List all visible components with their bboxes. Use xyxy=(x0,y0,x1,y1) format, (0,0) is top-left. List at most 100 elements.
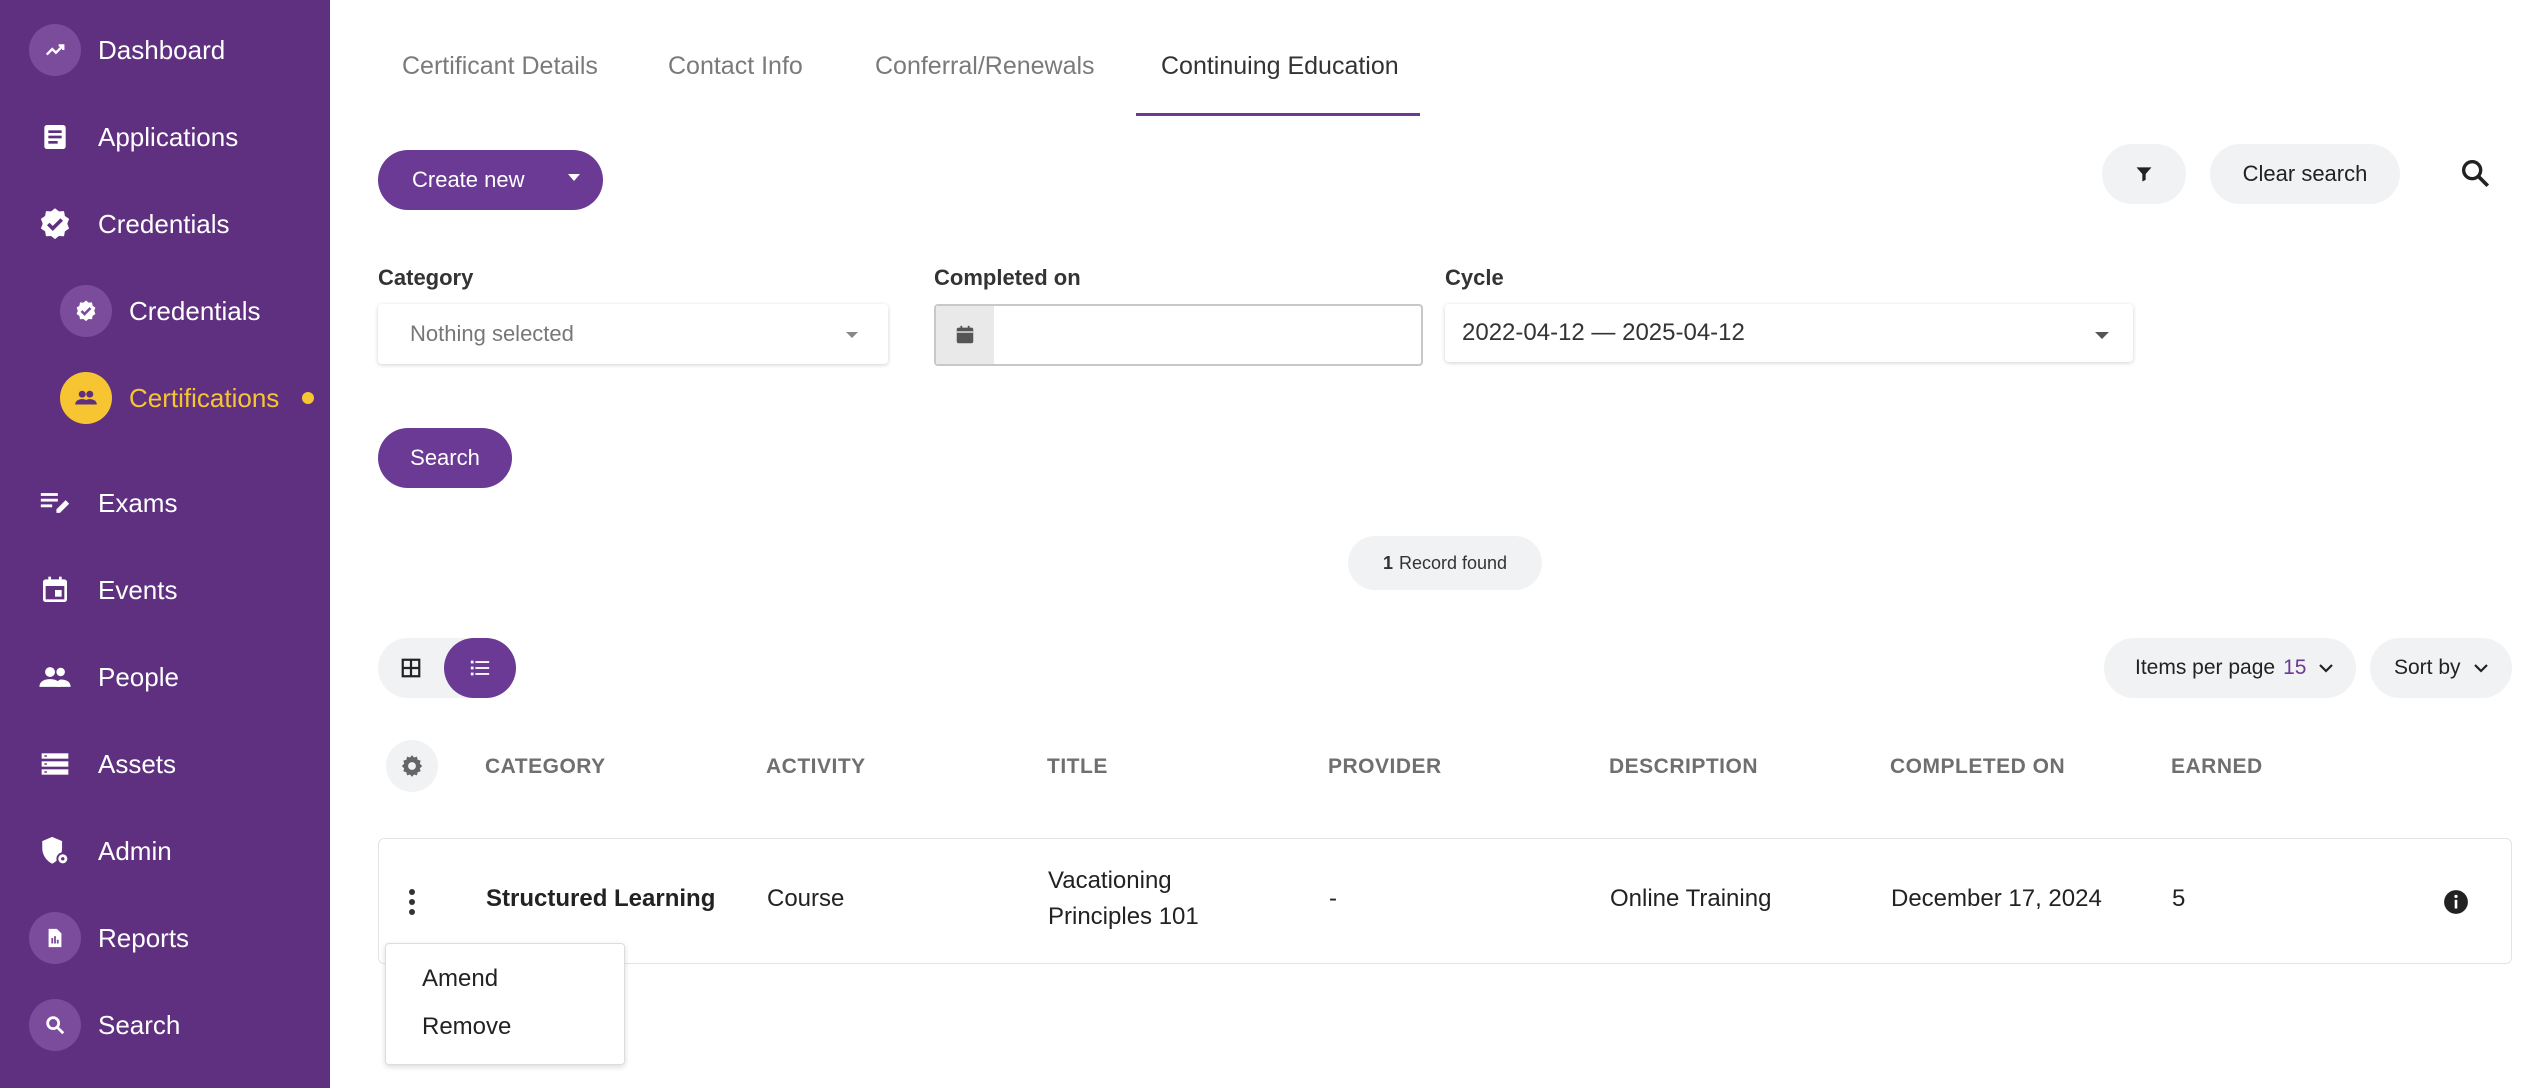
list-view-button[interactable] xyxy=(444,638,516,698)
sidebar-item-exams[interactable]: Exams xyxy=(0,473,330,533)
active-tab-underline xyxy=(1136,113,1420,116)
cell-title-line2: Principles 101 xyxy=(1048,903,1199,930)
sidebar-item-credentials-sub[interactable]: Credentials xyxy=(0,281,330,341)
cell-provider: - xyxy=(1329,885,1337,912)
column-header-activity[interactable]: ACTIVITY xyxy=(766,755,866,779)
sidebar-item-reports[interactable]: Reports xyxy=(0,908,330,968)
sidebar-item-label: People xyxy=(98,661,179,692)
badge-check-icon xyxy=(60,285,112,337)
completed-on-field[interactable] xyxy=(934,304,1423,366)
sidebar-item-label: Admin xyxy=(98,835,172,866)
badge-check-icon xyxy=(29,198,81,250)
document-icon xyxy=(29,111,81,163)
sidebar-item-search[interactable]: Search xyxy=(0,995,330,1055)
sort-by-select[interactable]: Sort by xyxy=(2370,638,2512,698)
grid-view-button[interactable] xyxy=(378,638,444,698)
sort-by-label: Sort by xyxy=(2394,656,2461,679)
grid-icon xyxy=(401,658,421,678)
cell-description: Online Training xyxy=(1610,885,1772,912)
info-icon[interactable] xyxy=(2443,889,2469,920)
records-found-badge: 1 Record found xyxy=(1348,536,1542,590)
list-icon xyxy=(470,660,490,676)
items-per-page-value: 15 xyxy=(2283,656,2307,679)
filter-button[interactable] xyxy=(2102,144,2186,204)
column-header-title[interactable]: TITLE xyxy=(1047,755,1108,779)
cell-category: Structured Learning xyxy=(486,885,716,912)
items-per-page-select[interactable]: Items per page 15 xyxy=(2104,638,2356,698)
create-new-button[interactable]: Create new xyxy=(378,150,603,210)
sidebar-item-label: Credentials xyxy=(98,208,230,239)
sidebar-item-credentials[interactable]: Credentials xyxy=(0,194,330,254)
sidebar-item-admin[interactable]: Admin xyxy=(0,821,330,881)
sidebar-item-assets[interactable]: Assets xyxy=(0,734,330,794)
sidebar-item-label: Credentials xyxy=(129,295,261,326)
more-vertical-icon[interactable] xyxy=(409,889,417,919)
sidebar-item-certifications[interactable]: Certifications xyxy=(0,368,330,428)
cycle-select-value: 2022-04-12 — 2025-04-12 xyxy=(1462,319,1745,346)
cycle-select[interactable]: 2022-04-12 — 2025-04-12 xyxy=(1445,304,2133,362)
tab-continuing-education[interactable]: Continuing Education xyxy=(1161,52,1399,116)
menu-item-amend[interactable]: Amend xyxy=(422,965,498,993)
sidebar-item-label: Search xyxy=(98,1009,181,1040)
sidebar-item-label: Events xyxy=(98,574,178,605)
caret-down-icon xyxy=(2095,332,2109,339)
tab-conferral-renewals[interactable]: Conferral/Renewals xyxy=(875,52,1095,116)
completed-on-label: Completed on xyxy=(934,265,1081,290)
column-settings-button[interactable] xyxy=(386,740,438,792)
filter-icon xyxy=(2136,167,2152,182)
sidebar-item-events[interactable]: Events xyxy=(0,560,330,620)
chevron-down-icon xyxy=(2473,656,2489,680)
cell-earned: 5 xyxy=(2172,885,2186,912)
report-icon xyxy=(29,912,81,964)
table-row[interactable]: Structured Learning Course Vacationing P… xyxy=(378,838,2512,964)
column-header-earned[interactable]: EARNED xyxy=(2171,755,2263,779)
records-count: 1 xyxy=(1382,552,1393,573)
column-header-completed-on[interactable]: COMPLETED ON xyxy=(1890,755,2065,779)
category-select[interactable]: Nothing selected xyxy=(378,304,888,364)
records-text: Record found xyxy=(1398,552,1508,573)
people-icon xyxy=(60,372,112,424)
cell-activity: Course xyxy=(767,885,845,912)
sidebar-item-label: Exams xyxy=(98,487,178,518)
view-toggle xyxy=(378,638,516,698)
calendar-icon xyxy=(29,564,81,616)
tab-contact-info[interactable]: Contact Info xyxy=(668,52,803,116)
cell-title-line1: Vacationing xyxy=(1048,867,1172,894)
storage-icon xyxy=(29,738,81,790)
edit-list-icon xyxy=(29,477,81,529)
column-header-provider[interactable]: PROVIDER xyxy=(1328,755,1442,779)
menu-item-remove[interactable]: Remove xyxy=(422,1013,511,1041)
trend-icon xyxy=(29,24,81,76)
sidebar-item-dashboard[interactable]: Dashboard xyxy=(0,20,330,80)
sidebar-item-applications[interactable]: Applications xyxy=(0,107,330,167)
sidebar-item-label: Assets xyxy=(98,748,177,779)
sidebar-item-label: Dashboard xyxy=(98,34,226,65)
search-icon[interactable] xyxy=(2458,156,2492,195)
cycle-label: Cycle xyxy=(1445,265,1504,290)
sidebar-item-label: Applications xyxy=(98,121,239,152)
search-icon xyxy=(29,999,81,1051)
clear-search-button[interactable]: Clear search xyxy=(2210,144,2400,204)
sidebar-item-people[interactable]: People xyxy=(0,647,330,707)
tab-certificant-details[interactable]: Certificant Details xyxy=(402,52,598,116)
column-header-description[interactable]: DESCRIPTION xyxy=(1609,755,1758,779)
gear-icon xyxy=(401,755,423,777)
search-button[interactable]: Search xyxy=(378,428,512,488)
row-context-menu: Amend Remove xyxy=(385,943,625,1065)
category-label: Category xyxy=(378,265,474,290)
caret-down-icon[interactable] xyxy=(568,174,580,181)
active-indicator-dot xyxy=(302,392,314,404)
chevron-down-icon xyxy=(2318,656,2334,680)
sidebar: Dashboard Applications Credentials Crede… xyxy=(0,0,330,1088)
create-new-label: Create new xyxy=(412,167,525,192)
items-per-page-label: Items per page xyxy=(2135,656,2276,679)
cell-completed-on: December 17, 2024 xyxy=(1891,885,2102,912)
admin-shield-icon xyxy=(29,825,81,877)
sidebar-item-label: Certifications xyxy=(129,382,280,413)
column-header-category[interactable]: CATEGORY xyxy=(485,755,606,779)
calendar-icon[interactable] xyxy=(936,306,994,364)
sidebar-item-label: Reports xyxy=(98,922,190,953)
category-select-value: Nothing selected xyxy=(410,321,574,346)
caret-down-icon xyxy=(846,332,858,338)
people-icon xyxy=(29,651,81,703)
